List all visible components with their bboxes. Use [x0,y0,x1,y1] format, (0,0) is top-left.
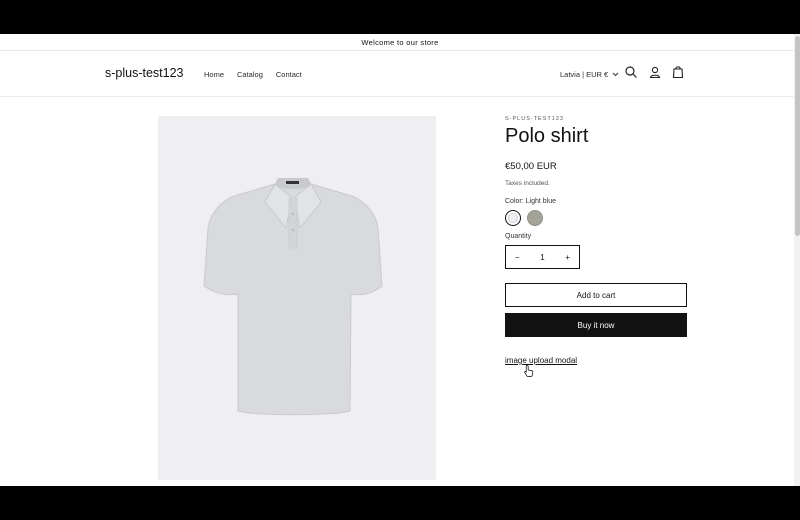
add-to-cart-button[interactable]: Add to cart [505,283,687,307]
quantity-stepper: − 1 + [505,245,580,269]
buy-it-now-button[interactable]: Buy it now [505,313,687,337]
announcement-bar: Welcome to our store [0,34,800,51]
announcement-text: Welcome to our store [361,37,439,47]
quantity-increase-button[interactable]: + [565,253,570,262]
browser-viewport: Welcome to our store s-plus-test123 Home… [0,34,800,486]
store-logo[interactable]: s-plus-test123 [105,66,184,80]
cart-icon[interactable] [671,65,685,79]
color-label: Color: Light blue [505,198,556,205]
product-image[interactable] [158,116,436,480]
nav-contact[interactable]: Contact [276,70,302,79]
main-nav: Home Catalog Contact [204,70,302,79]
product-info: S-PLUS-TEST123 Polo shirt €50,00 EUR Tax… [505,116,687,368]
country-selector[interactable]: Latvia | EUR € [560,70,619,79]
color-swatches [505,210,687,226]
quantity-label: Quantity [505,233,532,240]
product-vendor: S-PLUS-TEST123 [505,116,564,122]
product-title: Polo shirt [505,125,589,147]
image-upload-modal-link[interactable]: image upload modal [505,356,577,365]
country-selector-label: Latvia | EUR € [560,70,609,79]
nav-catalog[interactable]: Catalog [237,70,263,79]
swatch-light-blue[interactable] [505,210,521,226]
scrollbar-thumb[interactable] [795,36,800,236]
product-price: €50,00 EUR [505,161,557,172]
chevron-down-icon [612,72,619,77]
quantity-input[interactable]: 1 [540,253,544,262]
page-scrollbar[interactable] [794,34,800,486]
account-icon[interactable] [648,65,662,79]
quantity-decrease-button[interactable]: − [515,253,520,262]
site-header: s-plus-test123 Home Catalog Contact Latv… [0,51,800,97]
polo-shirt-image [203,178,383,416]
taxes-note: Taxes included. [505,180,550,187]
nav-home[interactable]: Home [204,70,224,79]
search-icon[interactable] [624,65,638,79]
pointer-cursor-icon [524,365,534,377]
swatch-olive[interactable] [527,210,543,226]
